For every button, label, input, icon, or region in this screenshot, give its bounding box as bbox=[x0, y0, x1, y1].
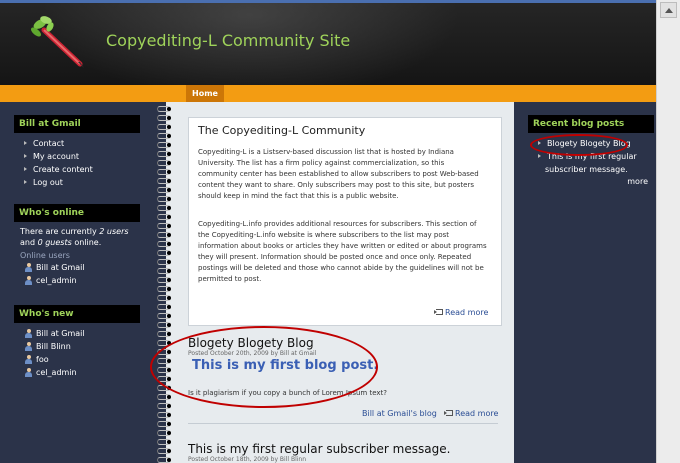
spiral-ring bbox=[157, 286, 171, 292]
spiral-ring bbox=[157, 358, 171, 364]
new-user[interactable]: foo bbox=[24, 353, 140, 366]
spiral-ring bbox=[157, 124, 171, 130]
spiral-ring bbox=[157, 439, 171, 445]
spiral-ring bbox=[157, 349, 171, 355]
intro-read-more-link[interactable]: Read more bbox=[434, 308, 488, 317]
spiral-ring bbox=[157, 403, 171, 409]
spiral-ring bbox=[157, 394, 171, 400]
site-name[interactable]: Copyediting-L Community Site bbox=[106, 31, 350, 50]
menu-item-create-content[interactable]: Create content bbox=[24, 163, 140, 176]
spiral-ring bbox=[157, 448, 171, 454]
whos-new-title: Who's new bbox=[14, 305, 140, 323]
recent-post-link[interactable]: Blogety Blogety Blog bbox=[538, 137, 654, 150]
spiral-ring bbox=[157, 340, 171, 346]
user-icon bbox=[24, 368, 33, 377]
spiral-ring bbox=[157, 205, 171, 211]
whos-online-text: There are currently 2 users and 0 guests… bbox=[20, 227, 129, 247]
post-read-more-link[interactable]: Read more bbox=[444, 409, 498, 418]
user-icon bbox=[24, 263, 33, 272]
spiral-ring bbox=[157, 196, 171, 202]
spiral-ring bbox=[157, 178, 171, 184]
read-more-icon bbox=[434, 309, 443, 315]
menu-item-contact[interactable]: Contact bbox=[24, 137, 140, 150]
whos-online-block: Who's online There are currently 2 users… bbox=[14, 204, 140, 287]
post-title[interactable]: Blogety Blogety Blog bbox=[188, 336, 314, 350]
spiral-ring bbox=[157, 304, 171, 310]
online-user[interactable]: cel_admin bbox=[24, 274, 140, 287]
spiral-ring bbox=[157, 385, 171, 391]
menu-item-my-account[interactable]: My account bbox=[24, 150, 140, 163]
post-separator bbox=[188, 423, 498, 424]
spiral-ring bbox=[157, 169, 171, 175]
online-users-list: Bill at Gmail cel_admin bbox=[14, 260, 140, 287]
spiral-ring bbox=[157, 142, 171, 148]
page: Copyediting-L Community Site Home Bill a… bbox=[0, 0, 656, 463]
whos-new-block: Who's new Bill at Gmail Bill Blinn foo c… bbox=[14, 305, 140, 379]
user-icon bbox=[24, 342, 33, 351]
spiral-ring bbox=[157, 367, 171, 373]
spiral-ring bbox=[157, 250, 171, 256]
spiral-ring bbox=[157, 214, 171, 220]
spiral-ring bbox=[157, 313, 171, 319]
menu-item-log-out[interactable]: Log out bbox=[24, 176, 140, 189]
post-title[interactable]: This is my first regular subscriber mess… bbox=[188, 442, 450, 456]
new-user[interactable]: cel_admin bbox=[24, 366, 140, 379]
spiral-ring bbox=[157, 259, 171, 265]
primary-nav: Home bbox=[0, 85, 656, 102]
intro-title: The Copyediting-L Community bbox=[198, 124, 366, 137]
post-meta: Posted October 18th, 2009 by Bill Blinn bbox=[188, 456, 307, 463]
spiral-ring bbox=[157, 232, 171, 238]
spiral-ring bbox=[157, 457, 171, 463]
celery-pencil-logo[interactable] bbox=[30, 12, 90, 70]
recent-posts-title: Recent blog posts bbox=[528, 115, 654, 133]
post-body: Is it plagiarism if you copy a bunch of … bbox=[188, 389, 387, 397]
recent-post-link[interactable]: This is my first regular bbox=[538, 150, 654, 163]
author-blog-link[interactable]: Bill at Gmail's blog bbox=[362, 409, 437, 418]
scroll-up-button[interactable] bbox=[660, 2, 677, 18]
spiral-ring bbox=[157, 223, 171, 229]
spiral-ring bbox=[157, 430, 171, 436]
spiral-ring bbox=[157, 115, 171, 121]
user-icon bbox=[24, 355, 33, 364]
spiral-ring bbox=[157, 322, 171, 328]
spiral-ring bbox=[157, 376, 171, 382]
new-user[interactable]: Bill at Gmail bbox=[24, 327, 140, 340]
spiral-ring bbox=[157, 160, 171, 166]
post-heading: This is my first blog post. bbox=[192, 358, 379, 373]
user-menu-title: Bill at Gmail bbox=[14, 115, 140, 133]
user-icon bbox=[24, 329, 33, 338]
spiral-binding bbox=[154, 102, 174, 463]
spiral-ring bbox=[157, 241, 171, 247]
nav-home-link[interactable]: Home bbox=[186, 85, 224, 102]
online-users-label: Online users bbox=[20, 251, 70, 260]
spiral-ring bbox=[157, 295, 171, 301]
spiral-ring bbox=[157, 151, 171, 157]
vertical-scrollbar[interactable] bbox=[656, 0, 680, 463]
spiral-ring bbox=[157, 106, 171, 112]
recent-posts-more-link[interactable]: more bbox=[528, 177, 654, 186]
spiral-ring bbox=[157, 133, 171, 139]
recent-post-link-continued[interactable]: subscriber message. bbox=[538, 163, 654, 176]
spiral-ring bbox=[157, 421, 171, 427]
user-menu-list: Contact My account Create content Log ou… bbox=[14, 133, 140, 189]
spiral-ring bbox=[157, 268, 171, 274]
spiral-ring bbox=[157, 412, 171, 418]
intro-paragraph-2: Copyediting-L.info provides additional r… bbox=[198, 220, 487, 283]
new-user[interactable]: Bill Blinn bbox=[24, 340, 140, 353]
intro-paragraph-1: Copyediting-L is a Listserv-based discus… bbox=[198, 148, 479, 200]
user-menu-block: Bill at Gmail Contact My account Create … bbox=[14, 115, 140, 189]
recent-posts-list: Blogety Blogety Blog This is my first re… bbox=[528, 133, 654, 176]
spiral-ring bbox=[157, 331, 171, 337]
spiral-ring bbox=[157, 277, 171, 283]
spiral-ring bbox=[157, 187, 171, 193]
whos-online-title: Who's online bbox=[14, 204, 140, 222]
online-user[interactable]: Bill at Gmail bbox=[24, 261, 140, 274]
post-meta: Posted October 20th, 2009 by Bill at Gma… bbox=[188, 350, 317, 357]
new-users-list: Bill at Gmail Bill Blinn foo cel_admin bbox=[14, 323, 140, 379]
site-header: Copyediting-L Community Site bbox=[0, 0, 656, 100]
read-more-icon bbox=[444, 410, 453, 416]
user-icon bbox=[24, 276, 33, 285]
recent-posts-block: Recent blog posts Blogety Blogety Blog T… bbox=[528, 115, 654, 186]
